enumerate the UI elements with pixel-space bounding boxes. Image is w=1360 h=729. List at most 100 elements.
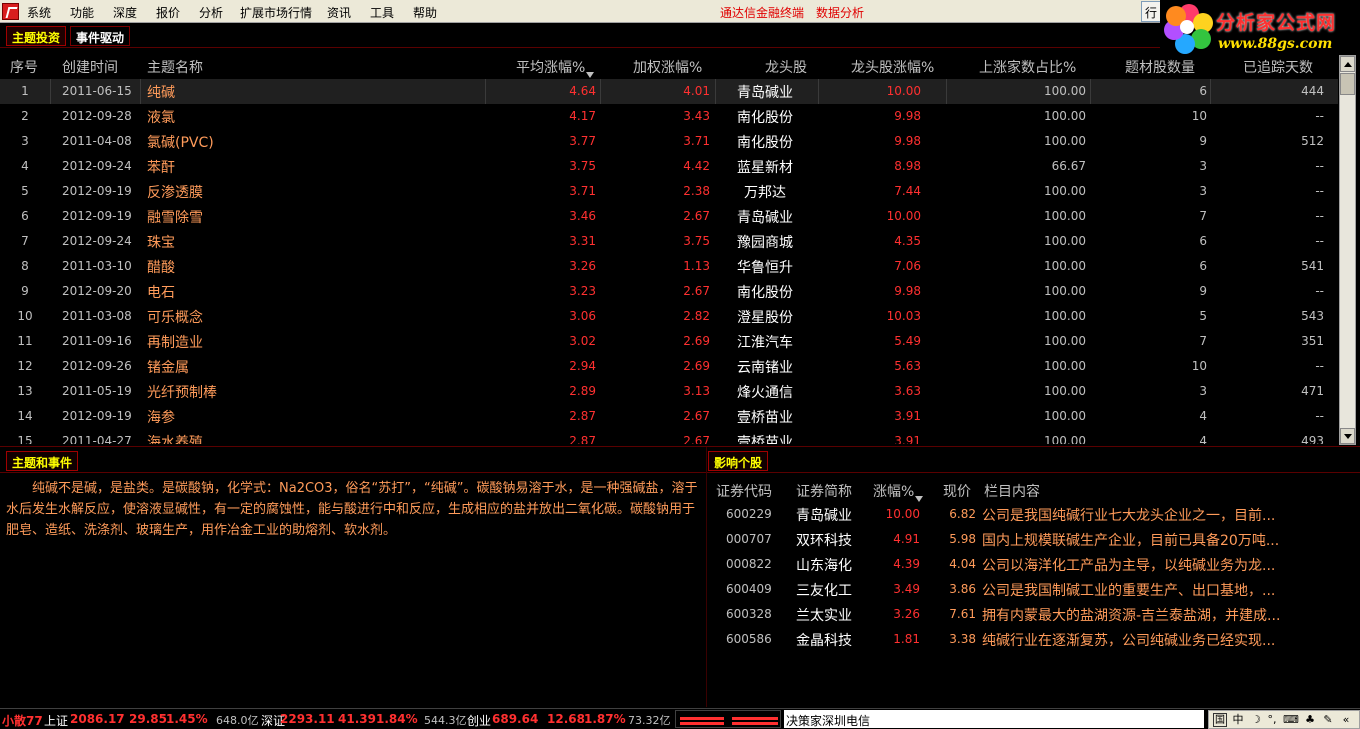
arrow-icon[interactable]: « — [1339, 713, 1353, 727]
table-row[interactable]: 14 2012-09-19 海参 2.87 2.67 壹桥苗业 3.91 100.00 4 -- — [0, 404, 1338, 429]
col-stock-count[interactable]: 题材股数量 — [1125, 57, 1195, 77]
keyboard-icon[interactable]: ⌨ — [1283, 713, 1299, 727]
table-row[interactable]: 3 2011-04-08 氯碱(PVC) 3.77 3.71 南化股份 9.98 100.00… — [0, 129, 1338, 154]
row-rising-ratio: 100.00 — [1044, 334, 1086, 348]
table-row[interactable]: 15 2011-04-27 海水养殖 2.87 2.67 壹桥苗业 3.91 100.00 4 4… — [0, 429, 1338, 444]
table-row[interactable]: 13 2011-05-19 光纤预制棒 2.89 3.13 烽火通信 3.63 100.00 3… — [0, 379, 1338, 404]
row-leader-change: 5.49 — [894, 334, 921, 348]
stock-row[interactable]: 000822 山东海化 4.39 4.04 公司以海洋化工产品为主导，以纯碱业务为龙..… — [712, 552, 1338, 577]
row-theme-name: 光纤预制棒 — [147, 385, 217, 401]
row-weighted-change: 2.69 — [683, 359, 710, 373]
breadth-bar-sz — [732, 717, 778, 720]
stock-name: 金晶科技 — [796, 633, 852, 649]
stock-row[interactable]: 600586 金晶科技 1.81 3.38 纯碱行业在逐渐复苏，公司纯碱业务已经实现..… — [712, 627, 1338, 652]
menu-tools[interactable]: 工具 — [370, 4, 394, 21]
row-avg-change: 3.77 — [569, 134, 596, 148]
cy-index-label[interactable]: 创业 — [467, 712, 491, 729]
stock-price: 4.04 — [949, 557, 976, 571]
tab-theme-investment[interactable]: 主题投资 — [6, 26, 67, 46]
app-logo-icon[interactable] — [2, 3, 19, 20]
col-security-name[interactable]: 证券简称 — [796, 481, 852, 501]
col-leader-stock[interactable]: 龙头股 — [765, 57, 807, 77]
row-rising-ratio: 100.00 — [1044, 384, 1086, 398]
row-rising-ratio: 66.67 — [1051, 159, 1086, 173]
stock-name: 青岛碱业 — [796, 508, 852, 524]
stock-row[interactable]: 600229 青岛碱业 10.00 6.82 公司是我国纯碱行业七大龙头企业之一，目前.… — [712, 502, 1338, 527]
col-weighted-change[interactable]: 加权涨幅% — [633, 57, 702, 77]
row-theme-name: 融雪除雪 — [147, 210, 203, 226]
stock-change: 4.39 — [893, 557, 920, 571]
table-row[interactable]: 9 2012-09-20 电石 3.23 2.67 南化股份 9.98 100.00 9 -- — [0, 279, 1338, 304]
sh-index-label[interactable]: 上证 — [44, 712, 68, 729]
menu-bar: 系统 功能 深度 报价 分析 扩展市场行情 资讯 工具 帮助 通达信金融终端 数… — [0, 0, 1360, 23]
stock-row[interactable]: 600409 三友化工 3.49 3.86 公司是我国制碱工业的重要生产、出口基地，..… — [712, 577, 1338, 602]
col-rising-ratio[interactable]: 上涨家数占比% — [979, 57, 1076, 77]
col-security-code[interactable]: 证券代码 — [716, 481, 772, 501]
row-weighted-change: 2.67 — [683, 409, 710, 423]
row-stock-count: 4 — [1199, 434, 1207, 444]
stock-row[interactable]: 600328 兰太实业 3.26 7.61 拥有内蒙最大的盐湖资源-吉兰泰盐湖，并建成.… — [712, 602, 1338, 627]
menu-extended-market[interactable]: 扩展市场行情 — [240, 4, 312, 21]
menu-depth[interactable]: 深度 — [113, 4, 137, 21]
col-avg-change[interactable]: 平均涨幅% — [516, 57, 595, 78]
data-analysis-title[interactable]: 数据分析 — [816, 4, 864, 21]
stock-row[interactable]: 000707 双环科技 4.91 5.98 国内上规模联碱生产企业，目前已具备20万吨.… — [712, 527, 1338, 552]
moon-icon[interactable]: ☽ — [1249, 713, 1263, 727]
table-scrollbar[interactable] — [1339, 55, 1356, 445]
table-row[interactable]: 1 2011-06-15 纯碱 4.64 4.01 青岛碱业 10.00 100.00 6 444 — [0, 79, 1338, 104]
user-name[interactable]: 小散77 — [2, 712, 43, 729]
row-leader-stock: 南化股份 — [737, 110, 793, 126]
table-row[interactable]: 7 2012-09-24 珠宝 3.31 3.75 豫园商城 4.35 100.00 6 -- — [0, 229, 1338, 254]
brand-title: 分析家公式网 — [1216, 12, 1337, 34]
row-stock-count: 5 — [1199, 309, 1207, 323]
menu-quote[interactable]: 报价 — [156, 4, 180, 21]
table-row[interactable]: 6 2012-09-19 融雪除雪 3.46 2.67 青岛碱业 10.00 100.00 7 -… — [0, 204, 1338, 229]
row-stock-count: 3 — [1199, 384, 1207, 398]
col-tracked-days[interactable]: 已追踪天数 — [1243, 57, 1313, 77]
row-weighted-change: 3.75 — [683, 234, 710, 248]
col-content[interactable]: 栏目内容 — [984, 481, 1040, 501]
row-avg-change: 4.17 — [569, 109, 596, 123]
row-theme-name: 可乐概念 — [147, 310, 203, 326]
row-leader-change: 7.06 — [894, 259, 921, 273]
row-tracked-days: 512 — [1301, 134, 1324, 148]
menu-news[interactable]: 资讯 — [327, 4, 351, 21]
scroll-down-icon[interactable] — [1340, 428, 1355, 444]
table-row[interactable]: 10 2011-03-08 可乐概念 3.06 2.82 澄星股份 10.03 100.00 5… — [0, 304, 1338, 329]
col-index[interactable]: 序号 — [10, 57, 38, 77]
stock-content: 国内上规模联碱生产企业，目前已具备20万吨... — [982, 533, 1280, 549]
shirt-icon[interactable]: ♣ — [1303, 713, 1317, 727]
comma-icon[interactable]: °, — [1265, 713, 1279, 727]
menu-analysis[interactable]: 分析 — [199, 4, 223, 21]
market-breadth-bars[interactable] — [675, 710, 781, 728]
sz-index-change: 41.39 — [338, 712, 376, 726]
col-leader-change[interactable]: 龙头股涨幅% — [851, 57, 934, 77]
row-avg-change: 2.89 — [569, 384, 596, 398]
table-row[interactable]: 11 2011-09-16 再制造业 3.02 2.69 江淮汽车 5.49 100.00 7 3… — [0, 329, 1338, 354]
news-ticker[interactable]: 决策家深圳电信 — [784, 710, 1204, 728]
table-row[interactable]: 2 2012-09-28 液氯 4.17 3.43 南化股份 9.98 100.00 10 -- — [0, 104, 1338, 129]
stock-code: 000822 — [726, 557, 772, 571]
table-row[interactable]: 8 2011-03-10 醋酸 3.26 1.13 华鲁恒升 7.06 100.00 6 541 — [0, 254, 1338, 279]
row-index: 15 — [17, 434, 33, 444]
col-theme-name[interactable]: 主题名称 — [147, 57, 203, 77]
chinese-mode-icon[interactable]: 中 — [1231, 713, 1245, 727]
menu-function[interactable]: 功能 — [70, 4, 94, 21]
table-row[interactable]: 5 2012-09-19 反渗透膜 3.71 2.38 万邦达 7.44 100.00 3 -- — [0, 179, 1338, 204]
col-created-date[interactable]: 创建时间 — [62, 57, 118, 77]
menu-system[interactable]: 系统 — [27, 4, 51, 21]
terminal-title: 通达信金融终端 — [720, 6, 805, 20]
menu-help[interactable]: 帮助 — [413, 4, 437, 21]
scroll-thumb[interactable] — [1340, 73, 1355, 95]
flower-icon — [1164, 4, 1214, 54]
row-leader-stock: 南化股份 — [737, 285, 793, 301]
table-row[interactable]: 12 2012-09-26 锗金属 2.94 2.69 云南锗业 5.63 100.00 10 -… — [0, 354, 1338, 379]
breadth-bar-sz-2 — [732, 722, 778, 725]
col-price[interactable]: 现价 — [943, 481, 971, 501]
col-stock-change[interactable]: 涨幅% — [873, 481, 924, 502]
table-row[interactable]: 4 2012-09-24 苯酐 3.75 4.42 蓝星新材 8.98 66.67 3 -- — [0, 154, 1338, 179]
ime-status-icon[interactable]: 国 — [1213, 713, 1227, 727]
scroll-up-icon[interactable] — [1340, 56, 1355, 72]
tab-event-driven[interactable]: 事件驱动 — [70, 26, 131, 46]
wrench-icon[interactable]: ✎ — [1321, 713, 1335, 727]
